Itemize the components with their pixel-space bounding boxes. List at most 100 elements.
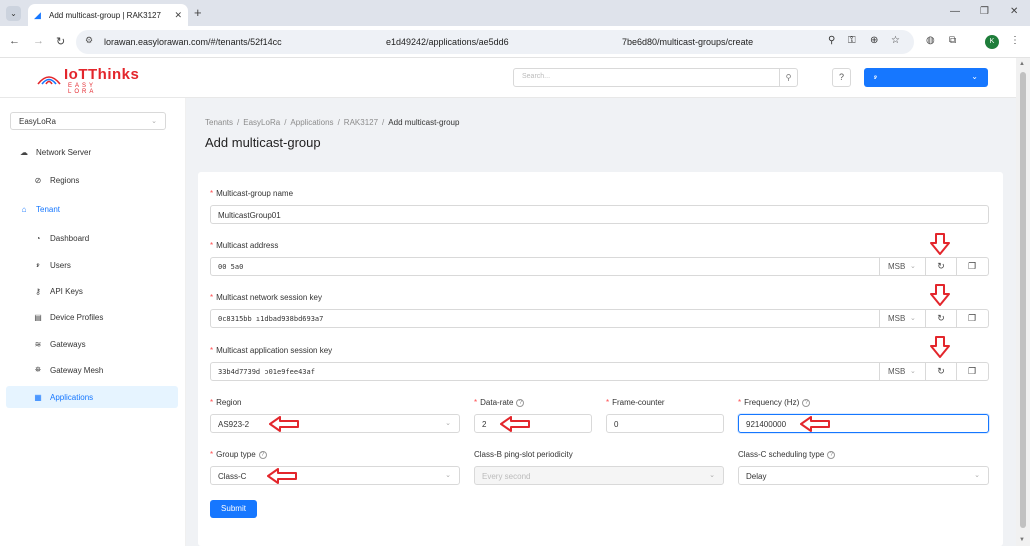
url-text-2: e1d49242/applications/ae5dd6 xyxy=(386,37,509,47)
site-info-icon[interactable]: ⚙ xyxy=(85,35,93,46)
byte-order-select[interactable]: MSB ⌄ xyxy=(880,310,925,327)
compass-icon: ⊘ xyxy=(34,175,42,185)
breadcrumb-link[interactable]: EasyLoRa xyxy=(243,118,280,127)
generate-refresh-icon[interactable]: ↻ xyxy=(925,363,956,380)
copy-icon[interactable]: ❐ xyxy=(956,310,987,327)
region-label: * Region xyxy=(210,398,242,407)
sidebar-item-label: Gateway Mesh xyxy=(50,365,104,375)
breadcrumb-link[interactable]: RAK3127 xyxy=(344,118,378,127)
sidebar-item-gateways[interactable]: ≋ Gateways xyxy=(0,333,186,355)
help-icon: ? xyxy=(258,450,267,459)
frame-counter-input[interactable]: 0 xyxy=(606,414,724,433)
chevron-down-icon: ⌄ xyxy=(445,472,451,479)
sidebar-item-label: Applications xyxy=(50,392,94,402)
submit-button[interactable]: Submit xyxy=(210,500,257,518)
annotation-arrow-down-icon xyxy=(930,233,950,255)
copy-icon[interactable]: ❐ xyxy=(956,363,987,380)
close-window-icon[interactable]: ✕ xyxy=(1010,6,1018,17)
frame-counter-label: * Frame-counter xyxy=(606,398,665,407)
location-icon[interactable]: ⚲ xyxy=(828,35,835,46)
browser-tab[interactable]: ◢ Add multicast-group | RAK3127 ✕ xyxy=(28,4,188,26)
reload-icon[interactable]: ↻ xyxy=(56,35,65,48)
sidebar-item-regions[interactable]: ⊘ Regions xyxy=(0,169,186,191)
frequency-input[interactable]: 921400000 xyxy=(738,414,989,433)
password-key-icon[interactable]: ⚿ xyxy=(848,35,856,46)
annotation-arrow-left-icon xyxy=(267,468,297,484)
scroll-thumb[interactable] xyxy=(1020,72,1026,528)
user-icon: ꭾ xyxy=(874,72,877,81)
byte-order-select[interactable]: MSB ⌄ xyxy=(880,258,925,275)
sidebar-item-label: Tenant xyxy=(36,204,61,214)
chevron-down-icon: ⌄ xyxy=(974,472,980,479)
help-icon: ? xyxy=(802,398,811,407)
help-button[interactable]: ? xyxy=(832,68,851,87)
group-type-select[interactable]: Class-C ⌄ xyxy=(210,466,460,485)
breadcrumb-link[interactable]: Applications xyxy=(290,118,333,127)
globe-icon[interactable]: ◍ xyxy=(926,35,935,46)
generate-refresh-icon[interactable]: ↻ xyxy=(925,310,956,327)
sidebar-item-dashboard[interactable]: ◔ Dashboard xyxy=(0,227,186,249)
byte-order-select[interactable]: MSB ⌄ xyxy=(880,363,925,380)
nwk-key-input[interactable]: 0c8315bb ı1dbad938bd693a7 xyxy=(210,309,880,328)
sidebar-item-applications[interactable]: ▦ Applications xyxy=(6,386,178,408)
sidebar-item-tenant[interactable]: ⌂ Tenant xyxy=(0,198,186,220)
tab-search-button[interactable]: ⌄ xyxy=(6,6,21,21)
home-icon: ⌂ xyxy=(21,204,27,214)
browser-menu-icon[interactable]: ⋮ xyxy=(1010,35,1020,46)
breadcrumb-link[interactable]: Tenants xyxy=(205,118,233,127)
scroll-up-icon[interactable]: ▲ xyxy=(1019,61,1025,67)
minimize-icon[interactable]: — xyxy=(950,6,960,17)
restore-icon[interactable]: ❐ xyxy=(980,6,989,17)
sidebar-item-gateway-mesh[interactable]: ⛯ Gateway Mesh xyxy=(0,359,186,381)
back-icon[interactable]: ← xyxy=(9,35,20,47)
chevron-down-icon: ⌄ xyxy=(910,368,916,375)
generate-refresh-icon[interactable]: ↻ xyxy=(925,258,956,275)
search-icon[interactable]: ⚲ xyxy=(779,69,797,86)
logo[interactable]: IoTThinks EASY LORA xyxy=(36,66,139,95)
ping-slot-label: Class-B ping-slot periodicity xyxy=(474,450,573,459)
page-scrollbar[interactable]: ▲ ▼ xyxy=(1016,58,1030,546)
chevron-down-icon: ⌄ xyxy=(709,472,715,479)
sidebar-item-label: Users xyxy=(50,260,71,270)
address-bar[interactable]: ⚙ lorawan.easylorawan.com/#/tenants/52f1… xyxy=(76,30,914,54)
app-key-input[interactable]: 33b4d7739d ɔ01e9fee43af xyxy=(210,362,880,381)
name-label: * Multicast-group name xyxy=(210,189,294,198)
scroll-down-icon[interactable]: ▼ xyxy=(1019,537,1025,543)
nwk-key-label: * Multicast network session key xyxy=(210,293,322,302)
logo-subtitle: EASY LORA xyxy=(68,83,97,95)
address-input[interactable]: 00 5a0 xyxy=(210,257,880,276)
search-input[interactable]: Search... ⚲ xyxy=(513,68,798,87)
tab-title: Add multicast-group | RAK3127 xyxy=(49,10,161,20)
tenant-select[interactable]: EasyLoRa ⌄ xyxy=(10,112,166,130)
app-key-addons: MSB ⌄ ↻ ❐ xyxy=(880,362,989,381)
user-icon: ꭾ xyxy=(36,260,40,269)
group-type-label: * Group type? xyxy=(210,450,267,459)
data-rate-input[interactable]: 2 xyxy=(474,414,592,433)
sidebar-item-label: Network Server xyxy=(36,147,92,157)
sidebar-item-device-profiles[interactable]: ▤ Device Profiles xyxy=(0,306,186,328)
copy-icon[interactable]: ❐ xyxy=(956,258,987,275)
sidebar-item-label: Dashboard xyxy=(50,233,90,243)
form-card xyxy=(198,172,1003,546)
sidebar-item-users[interactable]: ꭾ Users xyxy=(0,254,186,276)
annotation-arrow-down-icon xyxy=(930,336,950,358)
help-icon: ? xyxy=(516,398,525,407)
forward-icon[interactable]: → xyxy=(33,35,44,47)
extensions-icon[interactable]: ⧉ xyxy=(949,35,956,46)
sidebar-item-label: Device Profiles xyxy=(50,312,104,322)
ping-slot-select[interactable]: Every second ⌄ xyxy=(474,466,724,485)
profile-avatar[interactable]: K xyxy=(985,35,999,49)
bookmark-star-icon[interactable]: ☆ xyxy=(891,35,900,46)
scheduling-type-label: Class-C scheduling type? xyxy=(738,450,836,459)
name-input[interactable]: MulticastGroup01 xyxy=(210,205,989,224)
scheduling-type-select[interactable]: Delay ⌄ xyxy=(738,466,989,485)
region-select[interactable]: AS923-2 ⌄ xyxy=(210,414,460,433)
address-addons: MSB ⌄ ↻ ❐ xyxy=(880,257,989,276)
help-icon: ? xyxy=(827,450,836,459)
new-tab-button[interactable]: + xyxy=(194,5,202,20)
close-tab-icon[interactable]: ✕ xyxy=(174,10,182,21)
user-menu-button[interactable]: ꭾ ⌄ xyxy=(864,68,988,87)
sidebar-item-api-keys[interactable]: ⚷ API Keys xyxy=(0,280,186,302)
sidebar-item-network-server[interactable]: ☁ Network Server xyxy=(0,141,186,163)
zoom-icon[interactable]: ⊕ xyxy=(870,35,878,46)
